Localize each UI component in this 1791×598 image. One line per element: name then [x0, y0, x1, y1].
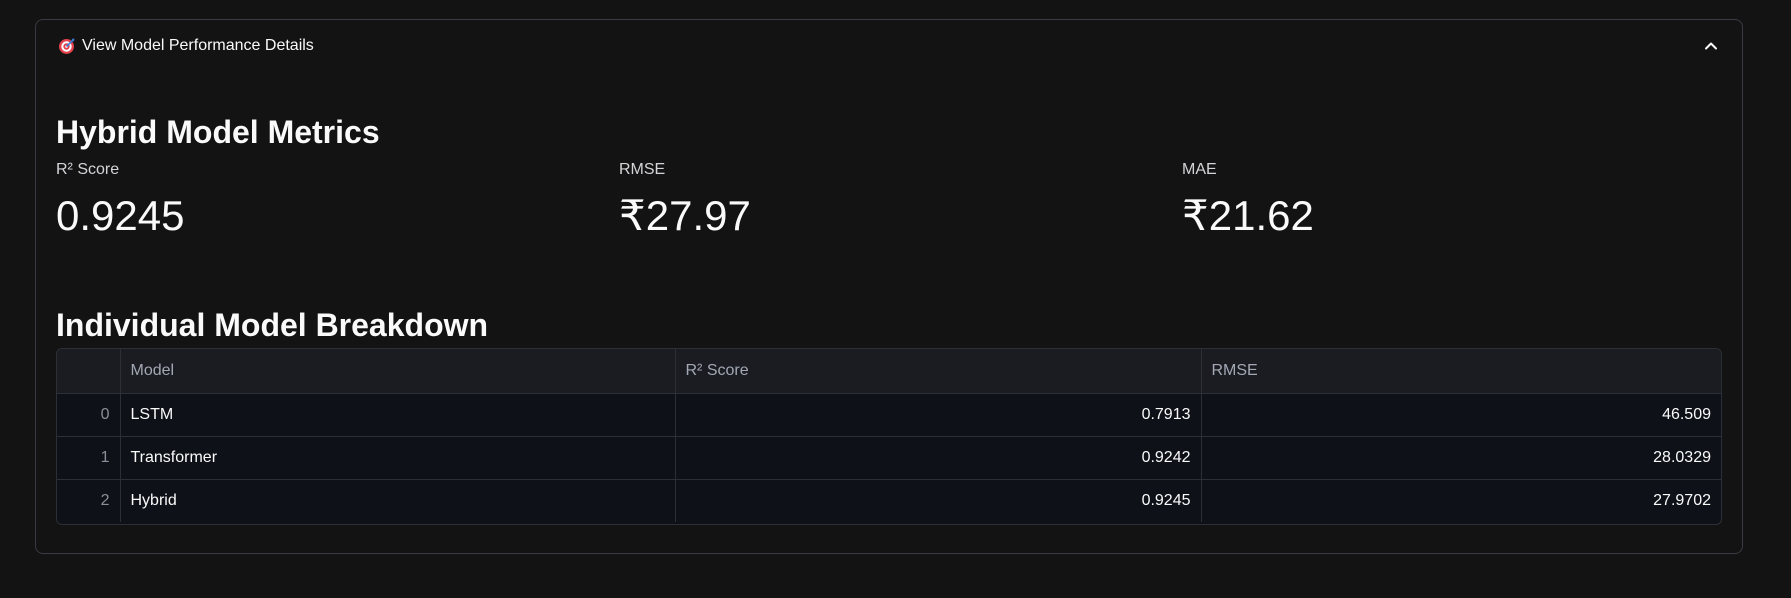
table-row: 0 LSTM 0.7913 46.509 [57, 393, 1721, 437]
performance-expander: View Model Performance Details Hybrid Mo… [35, 19, 1743, 554]
column-header-rmse[interactable]: RMSE [1201, 349, 1721, 394]
table-row: 2 Hybrid 0.9245 27.9702 [57, 479, 1721, 522]
model-cell[interactable]: Hybrid [120, 479, 676, 522]
target-icon [58, 38, 75, 55]
r2-cell[interactable]: 0.7913 [675, 393, 1202, 437]
metric-label: MAE [1182, 161, 1217, 178]
chevron-up-icon[interactable] [1704, 39, 1718, 53]
breakdown-heading: Individual Model Breakdown [56, 307, 489, 343]
column-header-index[interactable] [57, 349, 121, 394]
hybrid-metrics-heading: Hybrid Model Metrics [56, 114, 380, 150]
metric-label: RMSE [619, 161, 666, 178]
row-index: 0 [57, 393, 121, 437]
metric-value: ₹21.62 [1182, 192, 1314, 239]
expander-header[interactable]: View Model Performance Details [36, 20, 1742, 72]
r2-cell[interactable]: 0.9242 [675, 436, 1202, 480]
model-cell[interactable]: LSTM [120, 393, 676, 437]
metric-r2: R² Score 0.9245 [56, 160, 184, 242]
breakdown-table[interactable]: Model R² Score RMSE 0 LSTM 0.7913 46.509… [56, 348, 1722, 525]
metric-label: R² Score [56, 161, 120, 178]
rmse-cell[interactable]: 27.9702 [1201, 479, 1721, 522]
metric-value: ₹27.97 [619, 192, 751, 239]
metric-value: 0.9245 [56, 192, 185, 239]
column-header-model[interactable]: Model [120, 349, 676, 394]
metric-mae: MAE ₹21.62 [1182, 160, 1314, 242]
rmse-cell[interactable]: 46.509 [1201, 393, 1721, 437]
metric-rmse: RMSE ₹27.97 [619, 160, 751, 242]
row-index: 1 [57, 436, 121, 480]
r2-cell[interactable]: 0.9245 [675, 479, 1202, 522]
model-cell[interactable]: Transformer [120, 436, 676, 480]
row-index: 2 [57, 479, 121, 522]
rmse-cell[interactable]: 28.0329 [1201, 436, 1721, 480]
expander-title: View Model Performance Details [82, 37, 314, 54]
table-header-row: Model R² Score RMSE [57, 349, 1721, 394]
table-row: 1 Transformer 0.9242 28.0329 [57, 436, 1721, 480]
column-header-r2[interactable]: R² Score [675, 349, 1202, 394]
